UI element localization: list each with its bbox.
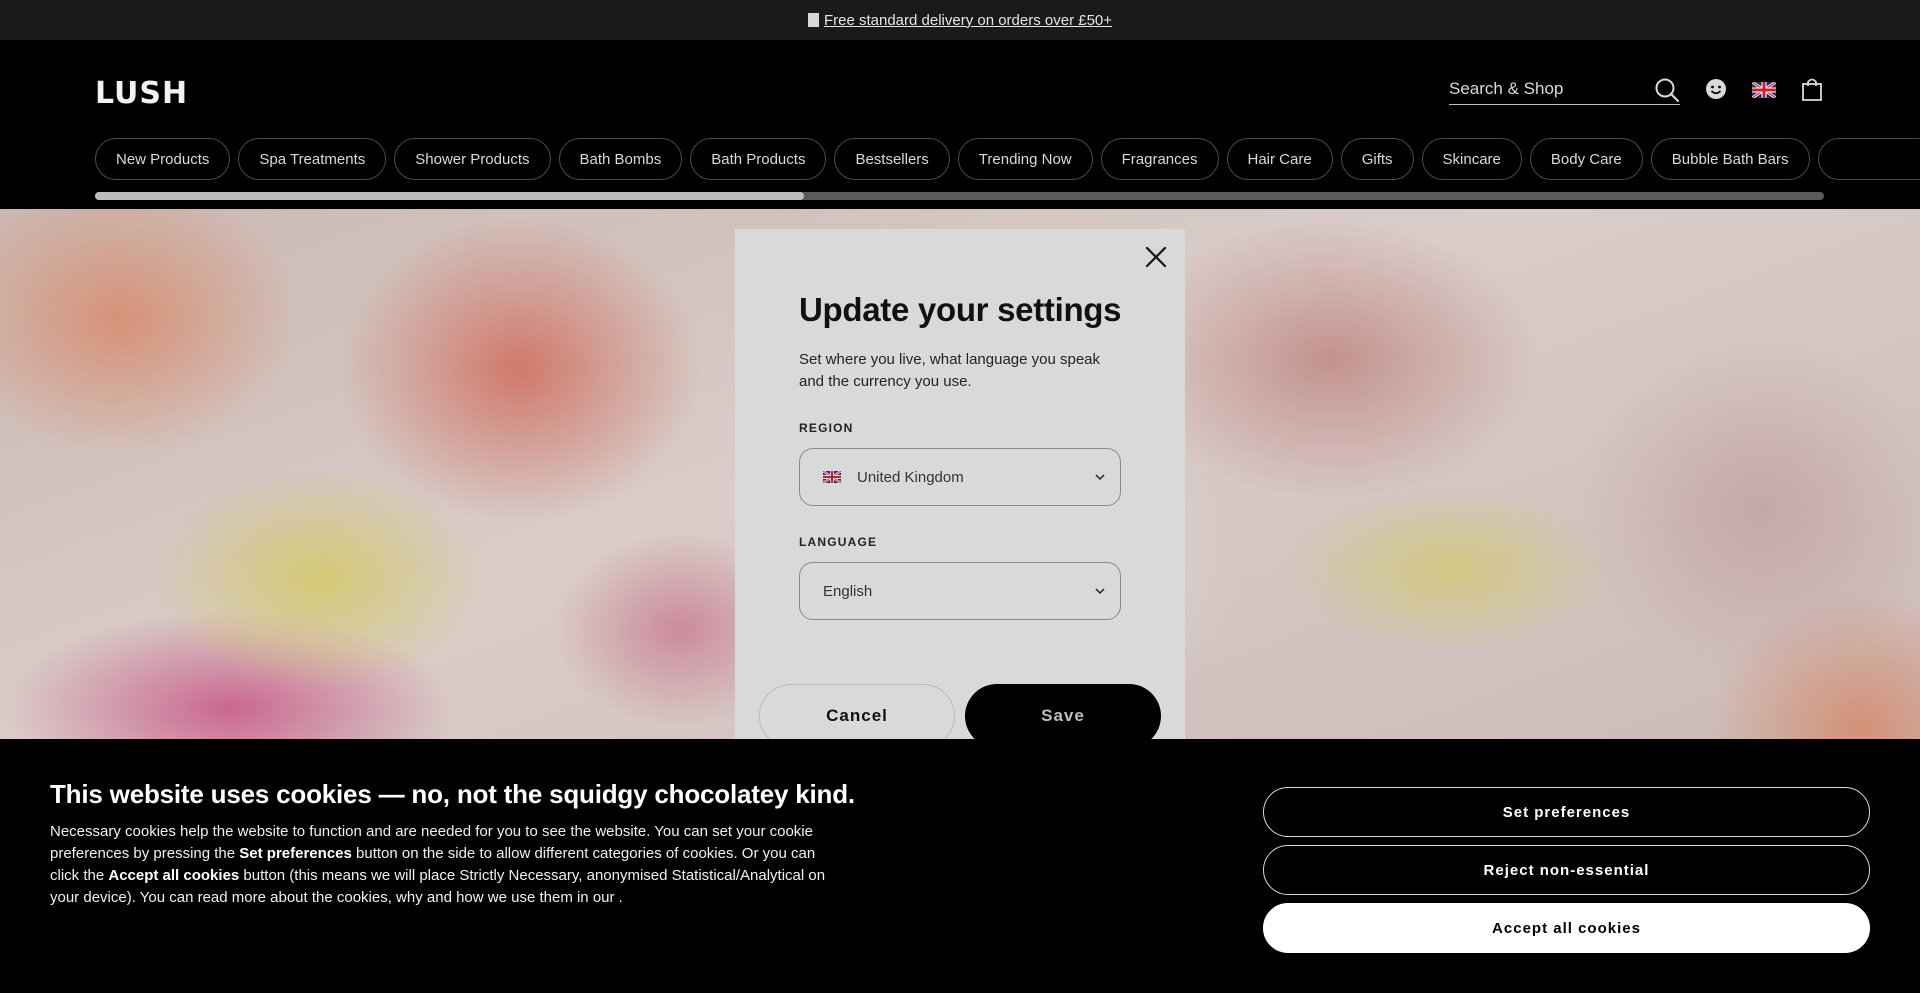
search-input[interactable] <box>1449 75 1639 103</box>
save-button[interactable]: Save <box>965 684 1161 739</box>
settings-modal: Update your settings Set where you live,… <box>735 229 1185 739</box>
category-pill[interactable]: Bath Products <box>690 138 827 180</box>
chevron-down-icon <box>1095 588 1105 595</box>
language-select[interactable]: English <box>799 562 1121 620</box>
uk-flag-icon[interactable] <box>1752 82 1776 98</box>
category-pill[interactable]: Shower Products <box>394 138 551 180</box>
category-pill[interactable]: New Products <box>95 138 231 180</box>
bag-icon[interactable] <box>1801 77 1823 101</box>
cookie-title: This website uses cookies — no, not the … <box>50 779 855 809</box>
lush-logo[interactable]: LUSH <box>95 76 188 111</box>
truck-icon <box>807 13 819 27</box>
uk-flag-icon <box>823 471 841 483</box>
category-pill[interactable]: Bath Bombs <box>558 138 683 180</box>
modal-title: Update your settings <box>799 291 1122 328</box>
category-scrollbar-thumb[interactable] <box>95 192 804 200</box>
cookie-description: Necessary cookies help the website to fu… <box>50 821 840 909</box>
region-select[interactable]: United Kingdom <box>799 448 1121 506</box>
category-pill-more[interactable] <box>1817 138 1920 180</box>
category-pill[interactable]: Trending Now <box>957 138 1093 180</box>
modal-intro: Set where you live, what language you sp… <box>799 351 1101 390</box>
category-pill[interactable]: Hair Care <box>1226 138 1333 180</box>
search-icon[interactable] <box>1654 77 1680 103</box>
accept-all-cookies-button[interactable]: Accept all cookies <box>1263 903 1870 953</box>
category-pill[interactable]: Bestsellers <box>834 138 950 180</box>
promo-bar: Free standard delivery on orders over £5… <box>0 0 1920 40</box>
category-pill[interactable]: Skincare <box>1421 138 1522 180</box>
free-delivery-link[interactable]: Free standard delivery on orders over £5… <box>824 12 1112 29</box>
category-pill[interactable]: Bubble Bath Bars <box>1650 138 1810 180</box>
cookie-banner: This website uses cookies — no, not the … <box>0 739 1920 993</box>
search-bar <box>1449 75 1680 105</box>
cookie-text-bold-1: Set preferences <box>239 845 352 862</box>
language-value: English <box>823 582 873 600</box>
reject-non-essential-button[interactable]: Reject non-essential <box>1263 845 1870 895</box>
site-header: LUSH New Products Spa Treatments Shower … <box>0 40 1920 209</box>
category-scrollbar[interactable] <box>95 192 1824 200</box>
chevron-down-icon <box>1095 474 1105 481</box>
category-pill[interactable]: Gifts <box>1340 138 1414 180</box>
cancel-button[interactable]: Cancel <box>759 684 955 739</box>
cookie-text-bold-2: Accept all cookies <box>108 867 240 884</box>
close-icon[interactable] <box>1145 246 1167 268</box>
set-preferences-button[interactable]: Set preferences <box>1263 787 1870 837</box>
category-nav: New Products Spa Treatments Shower Produ… <box>95 138 1920 182</box>
category-pill[interactable]: Spa Treatments <box>238 138 387 180</box>
region-value: United Kingdom <box>857 468 964 486</box>
account-icon[interactable] <box>1705 78 1727 100</box>
category-pill[interactable]: Body Care <box>1529 138 1643 180</box>
language-label: LANGUAGE <box>799 535 878 549</box>
category-pill[interactable]: Fragrances <box>1100 138 1219 180</box>
region-label: REGION <box>799 421 854 435</box>
